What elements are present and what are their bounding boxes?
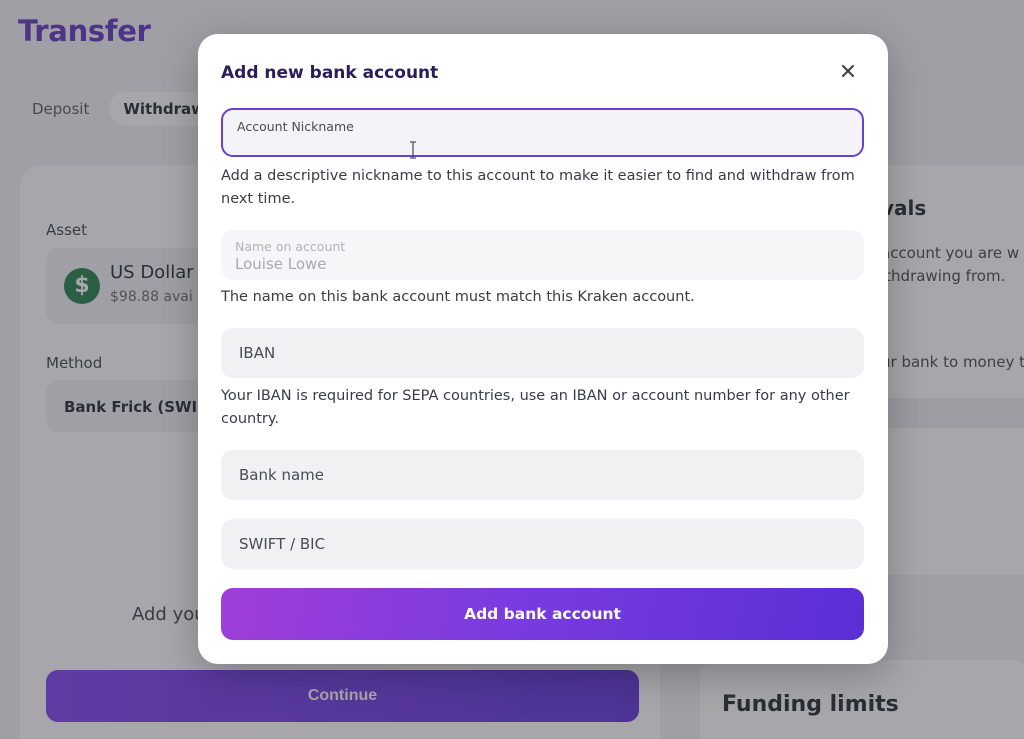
account-nickname-helper: Add a descriptive nickname to this accou…: [221, 168, 855, 207]
name-on-account-value: Louise Lowe: [235, 255, 327, 273]
close-icon: [842, 65, 854, 77]
iban-input[interactable]: [221, 328, 864, 378]
iban-helper: Your IBAN is required for SEPA countries…: [221, 388, 850, 427]
swift-bic-field[interactable]: [221, 519, 864, 569]
text-cursor-icon: [410, 141, 416, 159]
name-on-account-field: Name on account Louise Lowe: [221, 230, 864, 280]
bank-name-field[interactable]: [221, 450, 864, 500]
add-bank-account-button[interactable]: Add bank account: [221, 588, 864, 640]
name-on-account-helper: The name on this bank account must match…: [221, 289, 695, 305]
close-button[interactable]: [835, 58, 861, 84]
name-on-account-label: Name on account: [235, 239, 346, 254]
account-nickname-input[interactable]: [223, 110, 862, 155]
bank-name-input[interactable]: [221, 450, 864, 500]
swift-bic-input[interactable]: [221, 519, 864, 569]
modal-title: Add new bank account: [221, 63, 439, 83]
account-nickname-field[interactable]: Account Nickname: [221, 108, 864, 159]
iban-field[interactable]: [221, 328, 864, 378]
add-bank-account-modal: Add new bank account Account Nickname Ad…: [198, 34, 888, 664]
